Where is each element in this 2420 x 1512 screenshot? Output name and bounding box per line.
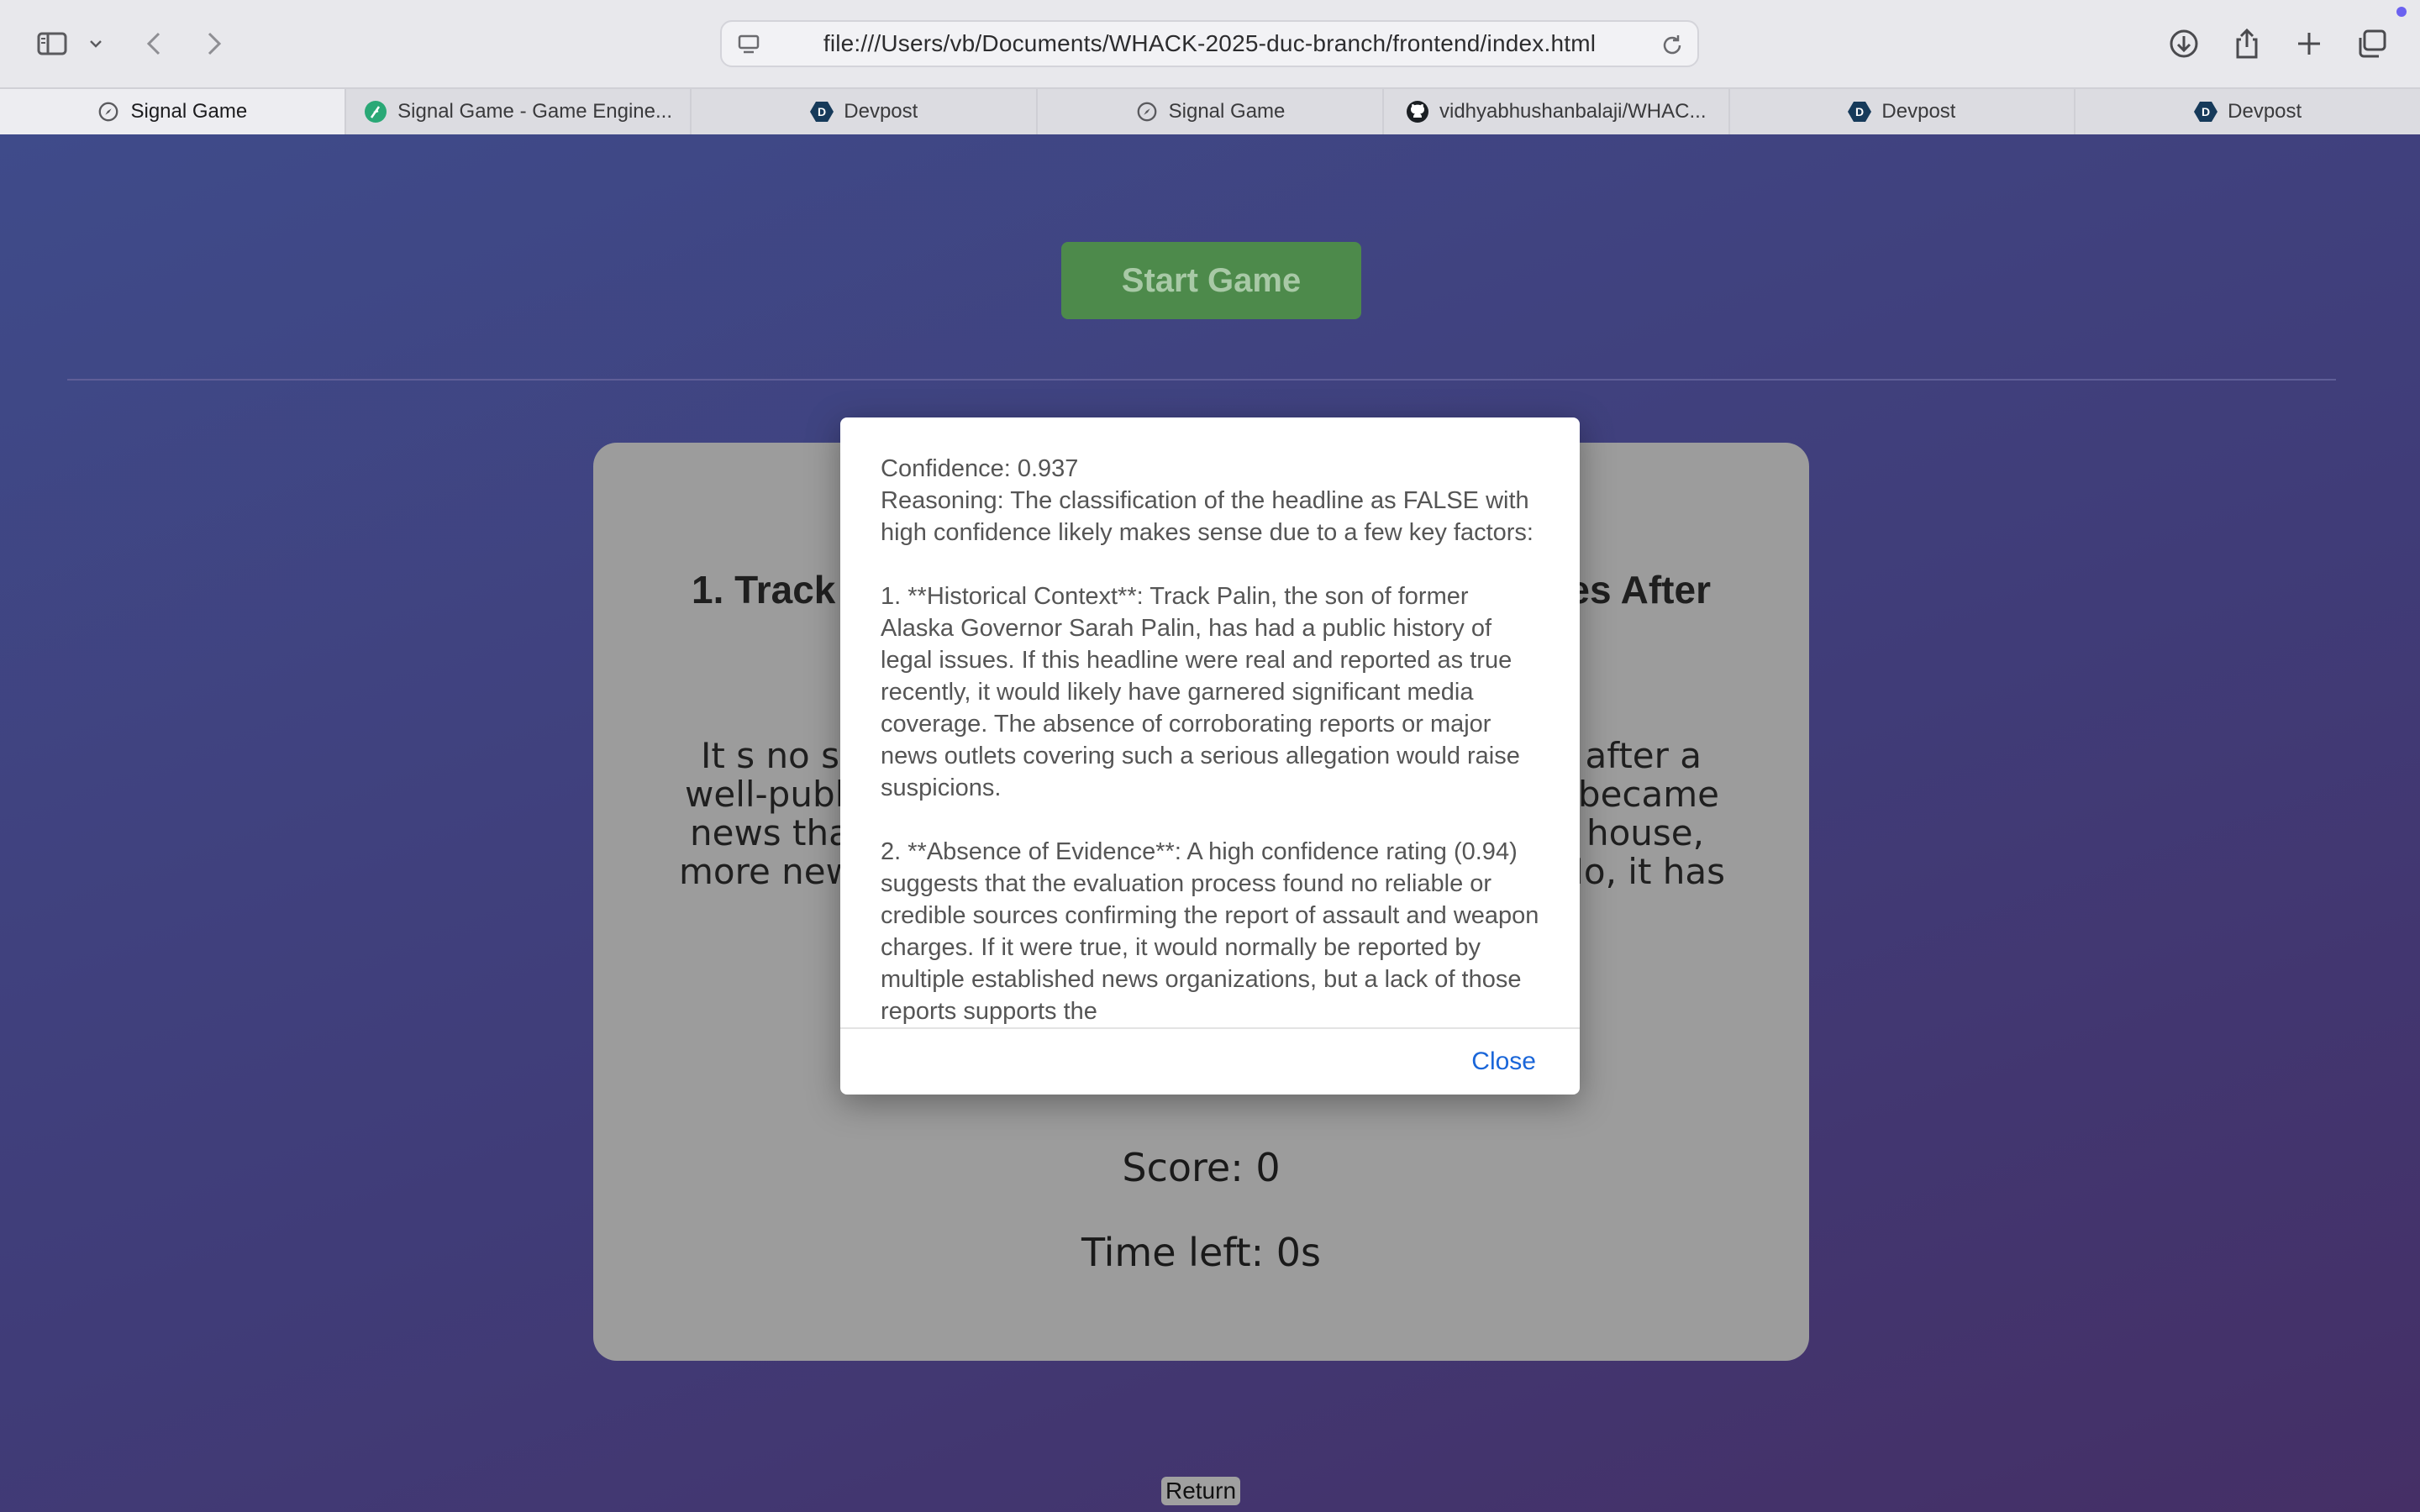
tab-game-engine[interactable]: Signal Game - Game Engine... bbox=[344, 89, 691, 134]
tab-signal-game-2[interactable]: Signal Game bbox=[1036, 89, 1382, 134]
downloads-button[interactable] bbox=[2162, 22, 2206, 66]
modal-footer: Close bbox=[840, 1027, 1580, 1095]
svg-text:D: D bbox=[818, 105, 826, 118]
back-button[interactable] bbox=[133, 22, 176, 66]
feather-icon bbox=[364, 100, 387, 123]
tabs-overview-icon bbox=[2359, 29, 2386, 58]
github-icon bbox=[1406, 100, 1429, 123]
compass-icon bbox=[97, 100, 120, 123]
reasoning-point-1: 1. **Historical Context**: Track Palin, … bbox=[881, 583, 1520, 801]
devpost-icon: D bbox=[1848, 100, 1872, 123]
article-line-right: r house, bbox=[1560, 812, 1704, 853]
close-button[interactable]: Close bbox=[1471, 1047, 1536, 1076]
tab-devpost[interactable]: D Devpost bbox=[690, 89, 1037, 134]
reload-icon[interactable] bbox=[1659, 32, 1686, 59]
reasoning-text: Reasoning: The classification of the hea… bbox=[881, 487, 1534, 546]
divider bbox=[67, 379, 2336, 381]
new-tab-button[interactable] bbox=[2287, 22, 2331, 66]
browser-toolbar: file:///Users/vb/Documents/WHACK-2025-du… bbox=[0, 0, 2420, 87]
devpost-icon: D bbox=[2194, 100, 2218, 123]
return-button[interactable]: Return bbox=[1161, 1477, 1240, 1505]
reasoning-modal: Confidence: 0.937 Reasoning: The classif… bbox=[840, 417, 1580, 1095]
browser-chrome: file:///Users/vb/Documents/WHACK-2025-du… bbox=[0, 0, 2420, 134]
tab-label: Signal Game bbox=[1168, 100, 1286, 123]
tab-overview-button[interactable] bbox=[2350, 22, 2394, 66]
devpost-icon: D bbox=[810, 100, 834, 123]
time-left-display: Time left: 0s bbox=[1081, 1230, 1322, 1275]
tab-label: Signal Game - Game Engine... bbox=[397, 100, 672, 123]
forward-button[interactable] bbox=[192, 22, 235, 66]
svg-text:D: D bbox=[1855, 105, 1864, 118]
tab-label: Signal Game bbox=[130, 100, 248, 123]
tab-github[interactable]: vidhyabhushanbalaji/WHAC... bbox=[1381, 89, 1728, 134]
chevron-left-icon bbox=[146, 32, 160, 55]
confidence-text: Confidence: 0.937 bbox=[881, 455, 1079, 482]
tab-devpost-3[interactable]: D Devpost bbox=[2074, 89, 2420, 134]
chevron-right-icon bbox=[208, 32, 222, 55]
tab-bar: Signal Game Signal Game - Game Engine...… bbox=[0, 87, 2420, 134]
chevron-down-icon bbox=[90, 40, 102, 48]
compass-icon bbox=[1135, 100, 1159, 123]
headline-right: es After bbox=[1568, 568, 1711, 612]
plus-icon bbox=[2298, 33, 2320, 55]
tab-label: Devpost bbox=[2228, 100, 2302, 123]
sidebar-icon bbox=[37, 32, 67, 55]
modal-body: Confidence: 0.937 Reasoning: The classif… bbox=[881, 453, 1544, 1032]
page-settings-icon bbox=[738, 34, 760, 54]
article-line-right: No, it has bbox=[1557, 851, 1725, 892]
tab-devpost-2[interactable]: D Devpost bbox=[1728, 89, 2075, 134]
start-game-button[interactable]: Start Game bbox=[1061, 242, 1361, 319]
article-line-left: It s no se bbox=[701, 735, 861, 776]
svg-text:D: D bbox=[2202, 105, 2210, 118]
reasoning-point-2: 2. **Absence of Evidence**: A high confi… bbox=[881, 838, 1539, 1025]
score-display: Score: 0 bbox=[1122, 1145, 1281, 1190]
article-line-left: news that bbox=[690, 812, 865, 853]
notification-dot bbox=[2396, 7, 2407, 17]
tab-label: Devpost bbox=[844, 100, 918, 123]
share-button[interactable] bbox=[2225, 22, 2269, 66]
share-icon bbox=[2236, 28, 2258, 59]
headline-left: 1. Track bbox=[692, 568, 836, 612]
download-icon bbox=[2170, 29, 2198, 58]
url-text: file:///Users/vb/Documents/WHACK-2025-du… bbox=[823, 30, 1597, 56]
address-bar[interactable]: file:///Users/vb/Documents/WHACK-2025-du… bbox=[720, 20, 1699, 67]
tab-signal-game[interactable]: Signal Game bbox=[0, 89, 345, 134]
sidebar-toggle-button[interactable] bbox=[30, 22, 74, 66]
tab-label: Devpost bbox=[1881, 100, 1956, 123]
sidebar-menu-button[interactable] bbox=[79, 22, 113, 66]
tab-label: vidhyabhushanbalaji/WHAC... bbox=[1439, 100, 1707, 123]
